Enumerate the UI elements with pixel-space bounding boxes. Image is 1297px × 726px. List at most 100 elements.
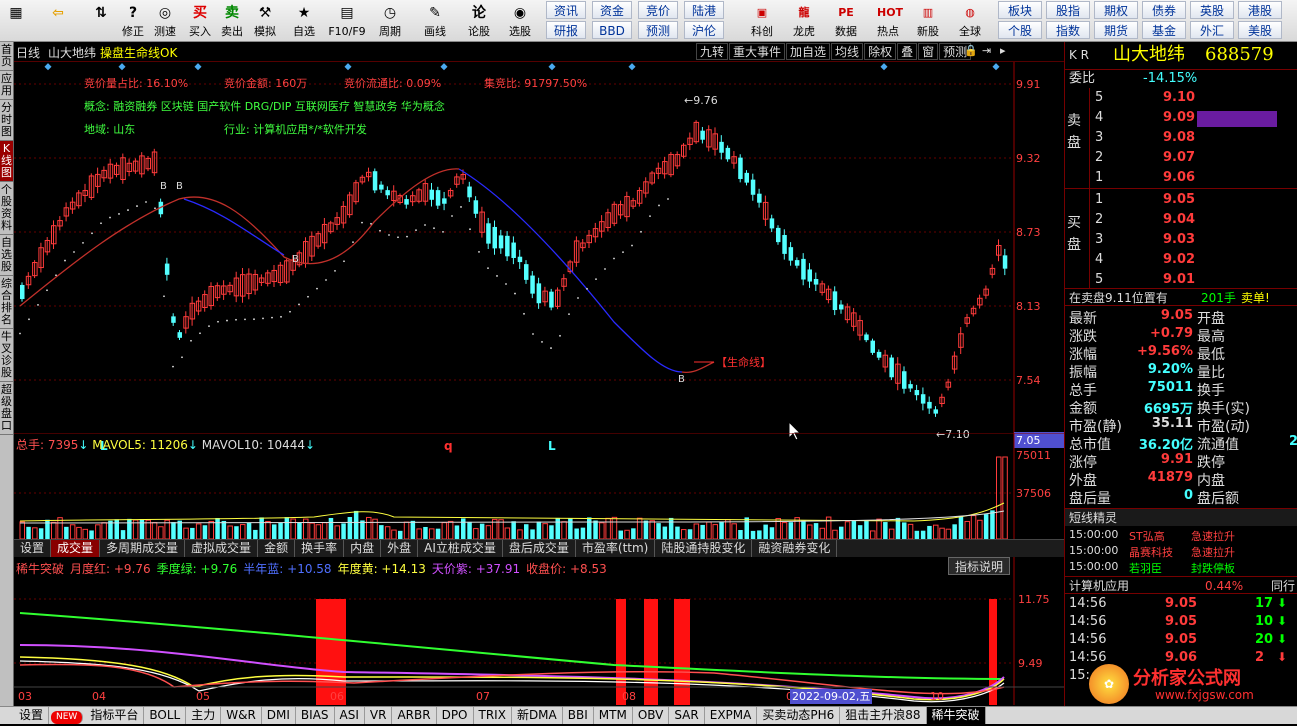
- volume-tab-12[interactable]: 融资融券变化: [752, 540, 838, 557]
- volume-tab-2[interactable]: 多周期成交量: [100, 540, 186, 557]
- quick-button-bot-1[interactable]: BBD: [592, 21, 632, 39]
- indicator-tab-16[interactable]: OBV: [633, 707, 670, 724]
- sell-price-2[interactable]: 9.07: [1163, 150, 1195, 165]
- indicator-panel[interactable]: 稀牛突破 月度红: +9.76 季度绿: +9.76 半年蓝: +10.58 年度黄: …: [14, 557, 1064, 705]
- indicator-tab-19[interactable]: 买卖动态PH6: [757, 707, 841, 724]
- market-button-top-5[interactable]: 港股: [1238, 1, 1282, 19]
- indicator-tab-20[interactable]: 狙击主升浪88: [840, 707, 927, 724]
- toolbar-button-4[interactable]: ◎ 测速: [148, 0, 182, 42]
- period-label[interactable]: 日线: [16, 44, 40, 61]
- buy-price-3[interactable]: 9.03: [1163, 232, 1195, 247]
- toolbar-button-11[interactable]: ✎ 画线: [412, 0, 458, 42]
- event-diamond-icon[interactable]: [628, 63, 636, 71]
- sidebar-item-6[interactable]: 综合排名: [0, 276, 13, 329]
- volume-tab-9[interactable]: 盘后成交量: [503, 540, 576, 557]
- toolbar-button-12[interactable]: 论论股: [460, 0, 498, 42]
- sidebar-item-0[interactable]: 首页: [0, 42, 13, 71]
- quick-button-top-1[interactable]: 资金: [592, 1, 632, 19]
- market-button-bot-4[interactable]: 外汇: [1190, 21, 1234, 39]
- sidebar-item-8[interactable]: 超级盘口: [0, 382, 13, 435]
- sidebar-item-5[interactable]: 自选股: [0, 235, 13, 276]
- indicator-tab-11[interactable]: DPO: [437, 707, 474, 724]
- volume-tab-5[interactable]: 换手率: [295, 540, 345, 557]
- chart-header-button-6[interactable]: 窗: [918, 43, 939, 60]
- alert-stock-1[interactable]: 晶赛科技: [1129, 544, 1173, 560]
- volume-panel[interactable]: 总手: 7395↓ MAVOL5: 11206↓ MAVOL10: 10444↓…: [14, 433, 1064, 541]
- toolbar2-button-3[interactable]: HOT 热点: [868, 0, 908, 42]
- quick-button-bot-0[interactable]: 研报: [546, 21, 586, 39]
- indicator-tab-4[interactable]: 主力: [186, 707, 222, 724]
- sidebar-item-3[interactable]: K线图: [0, 141, 13, 182]
- buy-price-1[interactable]: 9.05: [1163, 192, 1195, 207]
- toolbar-button-3[interactable]: ? 修正: [118, 0, 148, 42]
- toolbar2-button-5[interactable]: ◍ 全球: [950, 0, 990, 42]
- indicator-tab-13[interactable]: 新DMA: [512, 707, 563, 724]
- expand-icon[interactable]: ⇥: [982, 44, 991, 57]
- lock-icon[interactable]: 🔒: [964, 44, 978, 57]
- event-diamond-icon[interactable]: [548, 63, 556, 71]
- indicator-tab-1[interactable]: NEW: [51, 711, 84, 724]
- buy-price-5[interactable]: 9.01: [1163, 272, 1195, 287]
- market-button-bot-0[interactable]: 个股: [998, 21, 1042, 39]
- indicator-tab-12[interactable]: TRIX: [474, 707, 512, 724]
- toolbar2-button-0[interactable]: ▣ 科创: [742, 0, 782, 42]
- sell-price-5[interactable]: 9.10: [1163, 90, 1195, 105]
- quick-button-bot-2[interactable]: 预测: [638, 21, 678, 39]
- market-button-top-4[interactable]: 英股: [1190, 1, 1234, 19]
- kline-chart[interactable]: 9.919.328.738.137.547.057.05BBBB【生命线】←9.…: [14, 62, 1064, 473]
- volume-tab-4[interactable]: 金额: [258, 540, 296, 557]
- quick-button-top-3[interactable]: 陆港: [684, 1, 724, 19]
- sidebar-item-4[interactable]: 个股资料: [0, 182, 13, 235]
- market-button-bot-2[interactable]: 期货: [1094, 21, 1138, 39]
- toolbar-button-13[interactable]: ◉ 选股: [500, 0, 540, 42]
- toolbar-button-1[interactable]: ⇦: [32, 0, 84, 42]
- volume-tab-0[interactable]: 设置: [14, 540, 52, 557]
- toolbar-button-0[interactable]: ▦: [2, 0, 30, 42]
- sell-price-1[interactable]: 9.06: [1163, 170, 1195, 185]
- indicator-tab-14[interactable]: BBI: [563, 707, 594, 724]
- market-button-top-0[interactable]: 板块: [998, 1, 1042, 19]
- close-icon[interactable]: ▸: [1000, 44, 1006, 57]
- chart-header-button-4[interactable]: 除权: [864, 43, 897, 60]
- quick-button-top-0[interactable]: 资讯: [546, 1, 586, 19]
- volume-tab-11[interactable]: 陆股通持股变化: [655, 540, 753, 557]
- market-button-top-3[interactable]: 债券: [1142, 1, 1186, 19]
- quick-button-top-2[interactable]: 竞价: [638, 1, 678, 19]
- event-diamond-icon[interactable]: [880, 63, 888, 71]
- toolbar-button-10[interactable]: ◷ 周期: [370, 0, 410, 42]
- alert-stock-0[interactable]: ST弘高: [1129, 528, 1165, 544]
- indicator-tab-10[interactable]: ARBR: [392, 707, 437, 724]
- toolbar-button-5[interactable]: 买买入: [184, 0, 216, 42]
- indicator-tab-21[interactable]: 稀牛突破: [926, 707, 986, 724]
- chart-header-button-1[interactable]: 重大事件: [729, 43, 786, 60]
- volume-tab-7[interactable]: 外盘: [381, 540, 419, 557]
- indicator-tab-7[interactable]: BIAS: [296, 707, 335, 724]
- toolbar2-button-1[interactable]: 龍龙虎: [784, 0, 824, 42]
- volume-tab-6[interactable]: 内盘: [344, 540, 382, 557]
- market-button-top-2[interactable]: 期权: [1094, 1, 1138, 19]
- indicator-tab-8[interactable]: ASI: [335, 707, 365, 724]
- indicator-tab-18[interactable]: EXPMA: [705, 707, 758, 724]
- indicator-tab-15[interactable]: MTM: [594, 707, 633, 724]
- chart-header-button-2[interactable]: 加自选: [786, 43, 831, 60]
- indicator-label[interactable]: 操盘生命线OK: [100, 44, 177, 61]
- toolbar2-button-4[interactable]: ▥ 新股: [908, 0, 948, 42]
- sell-price-4[interactable]: 9.09: [1163, 110, 1195, 125]
- toolbar-button-6[interactable]: 卖卖出: [216, 0, 248, 42]
- market-button-top-1[interactable]: 股指: [1046, 1, 1090, 19]
- sidebar-item-1[interactable]: 应用: [0, 71, 13, 100]
- chart-header-button-5[interactable]: 叠: [897, 43, 918, 60]
- sidebar-item-7[interactable]: 牛叉诊股: [0, 329, 13, 382]
- event-diamond-icon[interactable]: [118, 63, 126, 71]
- volume-tab-8[interactable]: AI立桩成交量: [418, 540, 503, 557]
- indicator-tab-3[interactable]: BOLL: [144, 707, 187, 724]
- sector-name[interactable]: 计算机应用: [1069, 577, 1129, 595]
- sidebar-item-2[interactable]: 分时图: [0, 100, 13, 141]
- chart-header-button-3[interactable]: 均线: [831, 43, 864, 60]
- event-diamond-icon[interactable]: [440, 63, 448, 71]
- toolbar2-button-2[interactable]: PE 数据: [826, 0, 866, 42]
- market-button-bot-5[interactable]: 美股: [1238, 21, 1282, 39]
- toolbar-button-8[interactable]: ★ 自选: [284, 0, 324, 42]
- volume-tab-1[interactable]: 成交量: [51, 540, 101, 557]
- indicator-tab-5[interactable]: W&R: [221, 707, 262, 724]
